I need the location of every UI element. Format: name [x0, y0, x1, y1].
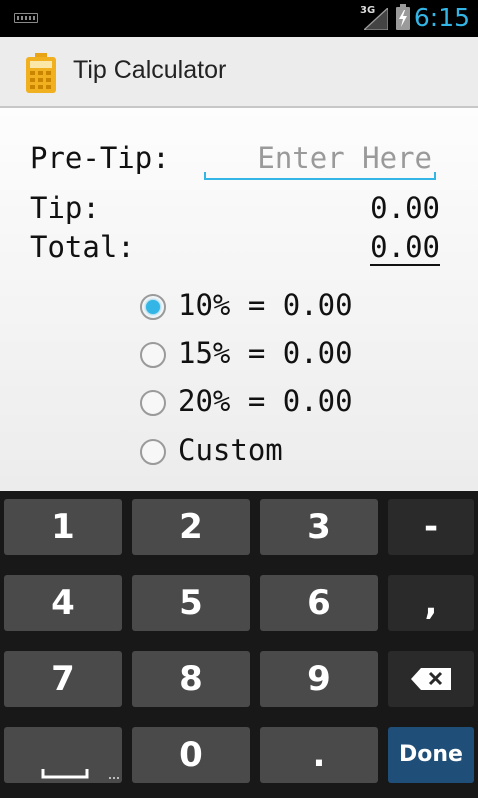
total-label: Total:: [30, 230, 135, 264]
key-comma[interactable]: ,: [388, 575, 474, 631]
key-4[interactable]: 4: [4, 575, 122, 631]
calculator-form: Pre-Tip: Tip: 0.00 Total: 0.00 10% = 0.0…: [0, 108, 478, 491]
tip-option-label: 10% = 0.00: [178, 288, 353, 322]
radio-button[interactable]: [140, 294, 166, 320]
action-bar: Tip Calculator: [0, 37, 478, 108]
tip-option-label: 15% = 0.00: [178, 336, 353, 370]
backspace-icon: [411, 668, 451, 690]
key-3[interactable]: 3: [260, 499, 378, 555]
radio-button[interactable]: [140, 439, 166, 465]
tip-value: 0.00: [370, 191, 440, 225]
key-0[interactable]: 0: [132, 727, 250, 783]
radio-button[interactable]: [140, 390, 166, 416]
key-6[interactable]: 6: [260, 575, 378, 631]
total-value: 0.00: [370, 230, 440, 266]
space-key[interactable]: [4, 727, 122, 783]
key-2[interactable]: 2: [132, 499, 250, 555]
calculator-icon: [26, 53, 56, 93]
more-icon: [109, 777, 119, 779]
input-underline-right: [434, 172, 436, 180]
key-5[interactable]: 5: [132, 575, 250, 631]
battery-icon: [396, 4, 410, 30]
tip-option-label: Custom: [178, 433, 283, 467]
key-minus[interactable]: -: [388, 499, 474, 555]
clock: 6:15: [413, 3, 470, 32]
app-title: Tip Calculator: [73, 56, 227, 84]
key-7[interactable]: 7: [4, 651, 122, 707]
radio-button[interactable]: [140, 342, 166, 368]
numeric-keyboard: 1 2 3 - 4 5 6 , 7 8 9 0 . Done: [0, 491, 478, 798]
tip-label: Tip:: [30, 191, 100, 225]
screen: 3G 6:15 Tip Calculator Pre-Tip: Tip: [0, 0, 478, 798]
status-bar: 3G 6:15: [0, 0, 478, 37]
backspace-key[interactable]: [388, 651, 474, 707]
space-bar-icon: [41, 769, 89, 779]
done-button[interactable]: Done: [388, 727, 474, 783]
tip-option-label: 20% = 0.00: [178, 384, 353, 418]
key-8[interactable]: 8: [132, 651, 250, 707]
input-underline-left: [204, 172, 206, 180]
pretip-input[interactable]: [204, 138, 436, 180]
key-period[interactable]: .: [260, 727, 378, 783]
pretip-label: Pre-Tip:: [30, 141, 170, 175]
key-9[interactable]: 9: [260, 651, 378, 707]
key-1[interactable]: 1: [4, 499, 122, 555]
keyboard-icon: [14, 13, 38, 23]
signal-icon: [364, 8, 388, 30]
